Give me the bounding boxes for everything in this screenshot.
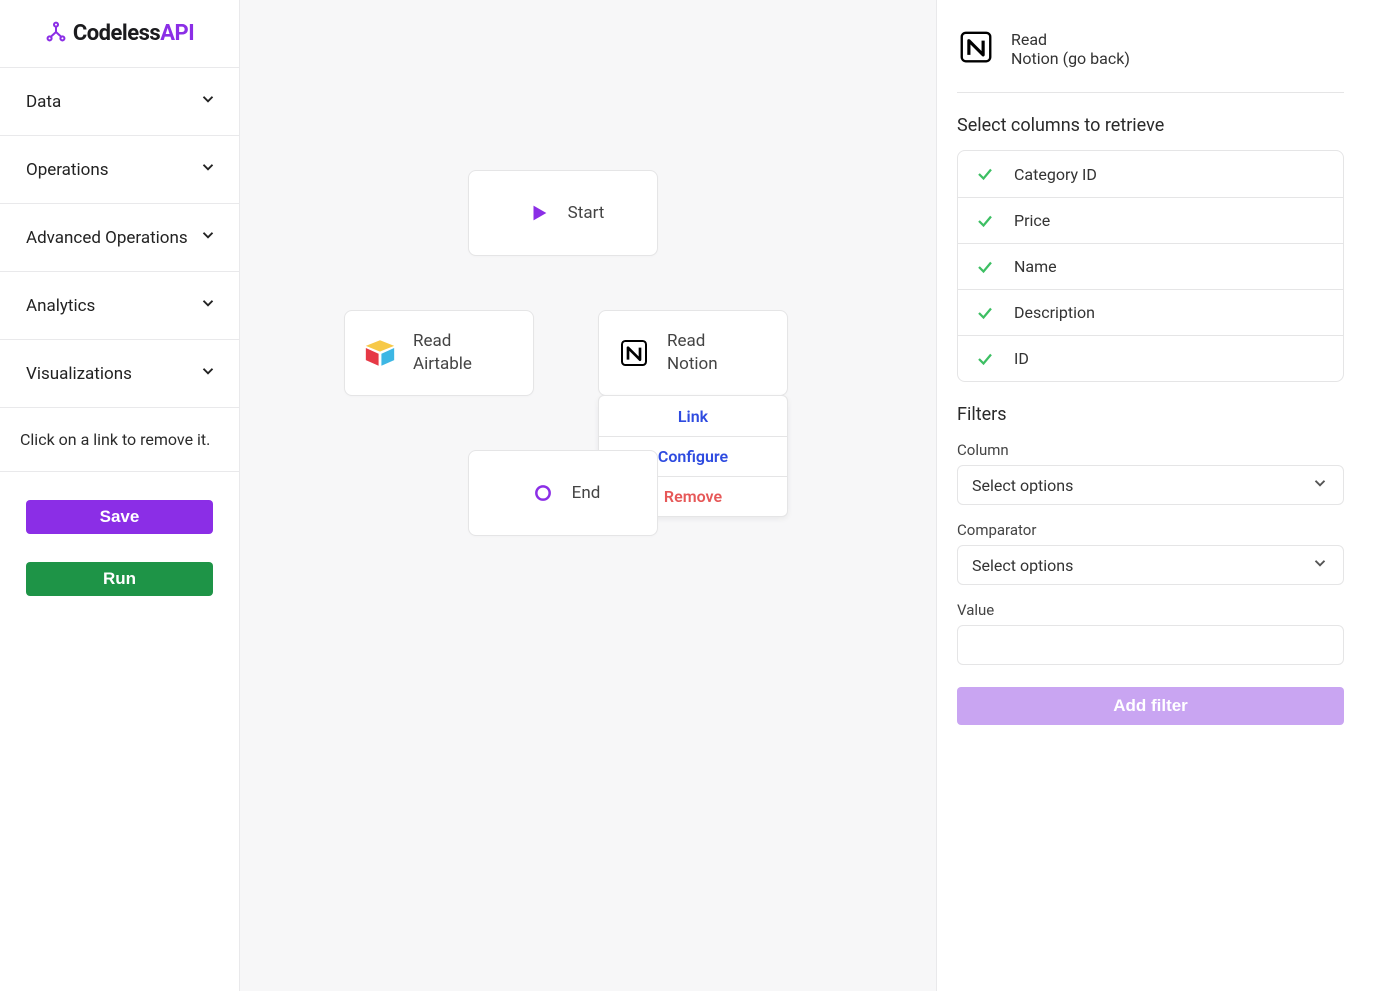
- column-name: Price: [1014, 211, 1050, 230]
- notion-icon: [957, 28, 995, 70]
- panel-go-back-link[interactable]: Notion (go back): [1011, 49, 1130, 68]
- run-button[interactable]: Run: [26, 562, 213, 596]
- sidebar-hint: Click on a link to remove it.: [0, 408, 239, 472]
- value-field-label: Value: [957, 601, 1344, 619]
- node-label: Start: [568, 202, 605, 225]
- filters-section-title: Filters: [957, 404, 1344, 425]
- add-filter-button[interactable]: Add filter: [957, 687, 1344, 725]
- columns-section-title: Select columns to retrieve: [957, 115, 1344, 136]
- column-name: Category ID: [1014, 165, 1097, 184]
- notion-icon: [617, 336, 651, 370]
- node-label: End: [572, 482, 601, 505]
- workflow-canvas[interactable]: Start Read Airtable: [240, 0, 936, 991]
- sidebar-item-label: Operations: [26, 160, 109, 180]
- check-icon: [976, 304, 994, 322]
- logo-icon: [45, 21, 67, 47]
- ctx-link[interactable]: Link: [599, 396, 787, 436]
- column-option[interactable]: Description: [958, 289, 1343, 335]
- sidebar-item-visualizations[interactable]: Visualizations: [0, 340, 239, 408]
- node-label: Read Airtable: [413, 330, 472, 376]
- comparator-field-label: Comparator: [957, 521, 1344, 539]
- panel-title-line1: Read: [1011, 30, 1130, 49]
- column-option[interactable]: Price: [958, 197, 1343, 243]
- sidebar: CodelessAPI Data Operations Advanced Ope…: [0, 0, 240, 991]
- node-read-notion[interactable]: Read Notion: [598, 310, 788, 396]
- chevron-down-icon: [199, 226, 217, 249]
- sidebar-item-label: Data: [26, 92, 61, 112]
- chevron-down-icon: [199, 362, 217, 385]
- column-option[interactable]: ID: [958, 335, 1343, 381]
- column-name: Description: [1014, 303, 1095, 322]
- sidebar-item-label: Advanced Operations: [26, 228, 188, 248]
- sidebar-item-label: Visualizations: [26, 364, 132, 384]
- sidebar-item-data[interactable]: Data: [0, 68, 239, 136]
- chevron-down-icon: [199, 158, 217, 181]
- node-start[interactable]: Start: [468, 170, 658, 256]
- check-icon: [976, 258, 994, 276]
- chevron-down-icon: [199, 294, 217, 317]
- value-input[interactable]: [957, 625, 1344, 665]
- airtable-icon: [363, 336, 397, 370]
- logo-text: CodelessAPI: [73, 21, 194, 46]
- app-logo[interactable]: CodelessAPI: [0, 0, 239, 68]
- play-icon: [522, 196, 556, 230]
- chevron-down-icon: [199, 90, 217, 113]
- column-name: ID: [1014, 349, 1029, 368]
- column-option[interactable]: Name: [958, 243, 1343, 289]
- chevron-down-icon: [1311, 474, 1329, 496]
- check-icon: [976, 350, 994, 368]
- column-field-label: Column: [957, 441, 1344, 459]
- comparator-select[interactable]: Select options: [957, 545, 1344, 585]
- sidebar-item-label: Analytics: [26, 296, 95, 316]
- sidebar-item-analytics[interactable]: Analytics: [0, 272, 239, 340]
- columns-list: Category ID Price Name Description: [957, 150, 1344, 382]
- select-placeholder: Select options: [972, 556, 1073, 575]
- column-select[interactable]: Select options: [957, 465, 1344, 505]
- node-end[interactable]: End: [468, 450, 658, 536]
- select-placeholder: Select options: [972, 476, 1073, 495]
- config-panel: Read Notion (go back) Select columns to …: [936, 0, 1376, 991]
- sidebar-item-operations[interactable]: Operations: [0, 136, 239, 204]
- chevron-down-icon: [1311, 554, 1329, 576]
- check-icon: [976, 212, 994, 230]
- node-read-airtable[interactable]: Read Airtable: [344, 310, 534, 396]
- node-label: Read Notion: [667, 330, 718, 376]
- check-icon: [976, 165, 994, 183]
- circle-icon: [526, 476, 560, 510]
- sidebar-item-advanced-operations[interactable]: Advanced Operations: [0, 204, 239, 272]
- column-option[interactable]: Category ID: [958, 151, 1343, 197]
- save-button[interactable]: Save: [26, 500, 213, 534]
- column-name: Name: [1014, 257, 1057, 276]
- panel-header: Read Notion (go back): [957, 28, 1344, 93]
